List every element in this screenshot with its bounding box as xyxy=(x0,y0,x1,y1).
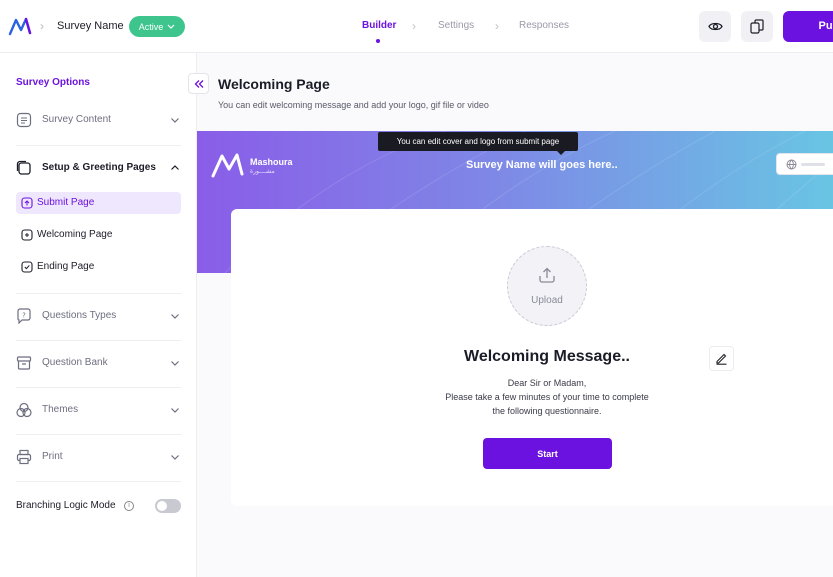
circles-icon xyxy=(16,402,32,418)
edit-message-button[interactable] xyxy=(709,346,734,371)
page-title: Welcoming Page xyxy=(218,76,330,92)
sidebar-item-label: Themes xyxy=(42,404,79,415)
app-logo-icon[interactable] xyxy=(8,16,34,36)
sidebar-item-print[interactable]: Print xyxy=(0,435,197,481)
copy-link-button[interactable] xyxy=(741,11,773,42)
chevron-down-icon xyxy=(171,455,179,460)
publish-button[interactable]: Publi xyxy=(783,11,833,42)
divider xyxy=(16,481,181,482)
sub-item-ending-page[interactable]: Ending Page xyxy=(16,256,181,278)
start-button[interactable]: Start xyxy=(483,438,612,469)
chevron-down-icon xyxy=(171,314,179,319)
branching-logic-label: Branching Logic Mode xyxy=(16,500,116,511)
printer-icon xyxy=(16,449,32,465)
sidebar-item-questions-types[interactable]: ? Questions Types xyxy=(0,294,197,340)
double-chevron-left-icon xyxy=(194,79,203,88)
sidebar-item-label: Question Bank xyxy=(42,357,108,368)
survey-name: Survey Name xyxy=(57,20,124,32)
welcome-card: Upload Welcoming Message.. Dear Sir or M… xyxy=(231,209,833,506)
pages-icon xyxy=(16,160,31,175)
welcome-line: the following questionnaire. xyxy=(492,406,602,416)
sidebar-item-setup-greeting[interactable]: Setup & Greeting Pages xyxy=(0,146,197,192)
status-label: Active xyxy=(138,21,164,32)
language-select[interactable] xyxy=(776,153,833,175)
archive-icon xyxy=(16,356,32,370)
welcome-line: Dear Sir or Madam, xyxy=(507,378,587,388)
list-icon xyxy=(16,112,32,128)
globe-icon xyxy=(786,159,797,170)
page-icon xyxy=(21,261,33,273)
sub-item-label: Submit Page xyxy=(37,197,95,208)
chevron-up-icon xyxy=(171,165,179,170)
brand-name: Mashoura xyxy=(250,157,293,167)
preview-button[interactable] xyxy=(699,11,731,42)
sub-item-label: Welcoming Page xyxy=(37,229,113,240)
sidebar: Survey Options Survey Content Setup & Gr… xyxy=(0,53,197,577)
sub-item-label: Ending Page xyxy=(37,261,95,272)
chevron-right-icon: › xyxy=(495,19,499,33)
tab-builder[interactable]: Builder xyxy=(362,20,396,31)
branching-logic-toggle[interactable] xyxy=(155,499,181,513)
cover-survey-title: Survey Name will goes here.. xyxy=(466,159,618,171)
pencil-icon xyxy=(716,353,727,365)
upload-label: Upload xyxy=(531,295,563,306)
sidebar-item-label: Print xyxy=(42,451,63,462)
tab-settings[interactable]: Settings xyxy=(438,20,474,31)
sub-item-submit-page[interactable]: Submit Page xyxy=(16,192,181,214)
page-icon xyxy=(21,197,33,209)
main-content: Welcoming Page You can edit welcoming me… xyxy=(197,53,833,577)
status-badge[interactable]: Active xyxy=(129,16,185,37)
brand-name-arabic: مشــــورة xyxy=(250,169,275,175)
copy-icon xyxy=(750,19,764,34)
sidebar-item-label: Setup & Greeting Pages xyxy=(42,162,156,173)
sidebar-item-label: Survey Content xyxy=(42,114,111,125)
sidebar-item-question-bank[interactable]: Question Bank xyxy=(0,341,197,387)
cover-tooltip: You can edit cover and logo from submit … xyxy=(378,132,578,155)
eye-icon xyxy=(707,22,723,31)
step-navigation: Builder › Settings › Responses xyxy=(340,19,590,44)
chevron-down-icon xyxy=(171,408,179,413)
active-step-indicator xyxy=(376,39,380,43)
sidebar-item-label: Questions Types xyxy=(42,310,117,321)
chevron-right-icon: › xyxy=(412,19,416,33)
welcome-title: Welcoming Message.. xyxy=(464,348,630,365)
welcome-body: Dear Sir or Madam, Please take a few min… xyxy=(397,376,697,418)
top-bar: › Survey Name Active Builder › Settings … xyxy=(0,0,833,53)
svg-text:?: ? xyxy=(22,312,26,320)
sub-item-welcoming-page[interactable]: Welcoming Page xyxy=(16,224,181,246)
chevron-down-icon xyxy=(171,361,179,366)
info-icon[interactable]: i xyxy=(124,501,134,511)
language-placeholder xyxy=(801,163,825,166)
chevron-down-icon xyxy=(167,24,175,29)
toggle-knob xyxy=(157,501,167,511)
sidebar-item-themes[interactable]: Themes xyxy=(0,388,197,434)
chevron-right-icon: › xyxy=(40,19,44,33)
upload-area[interactable]: Upload xyxy=(507,246,587,326)
page-subtitle: You can edit welcoming message and add y… xyxy=(218,100,489,110)
chevron-down-icon xyxy=(171,118,179,123)
welcome-line: Please take a few minutes of your time t… xyxy=(445,392,649,402)
sidebar-title: Survey Options xyxy=(16,77,90,88)
question-icon: ? xyxy=(17,308,31,324)
sidebar-item-survey-content[interactable]: Survey Content xyxy=(0,98,197,144)
page-icon xyxy=(21,229,33,241)
upload-icon xyxy=(539,267,555,283)
tab-responses[interactable]: Responses xyxy=(519,20,569,31)
collapse-sidebar-button[interactable] xyxy=(188,73,209,94)
